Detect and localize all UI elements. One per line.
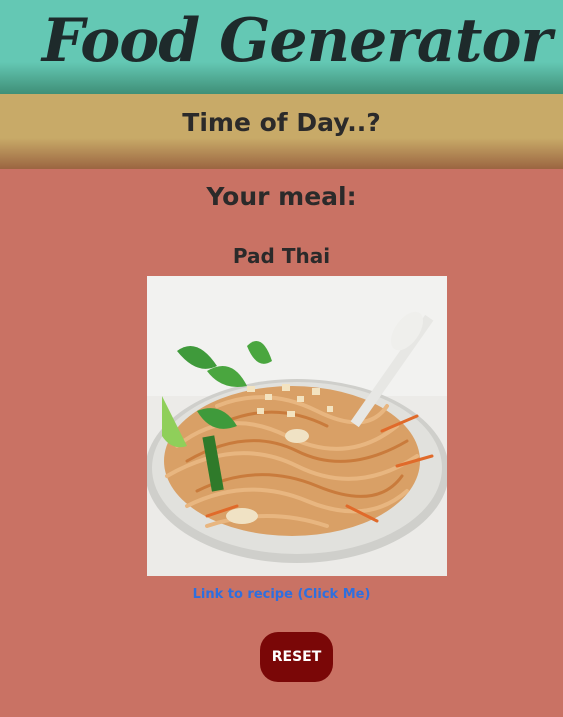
app-title: Food Generator — [41, 6, 552, 76]
recipe-link[interactable]: Link to recipe (Click Me) — [0, 585, 563, 605]
reset-button[interactable]: RESET — [260, 632, 333, 682]
time-of-day-label: Time of Day..? — [182, 108, 381, 137]
meal-name: Pad Thai — [232, 244, 331, 268]
pad-thai-photo — [147, 276, 447, 576]
time-of-day-banner: Time of Day..? — [0, 94, 563, 169]
meal-image — [147, 276, 447, 576]
title-banner: Food Generator — [0, 0, 563, 94]
meal-heading: Your meal: — [206, 182, 357, 211]
